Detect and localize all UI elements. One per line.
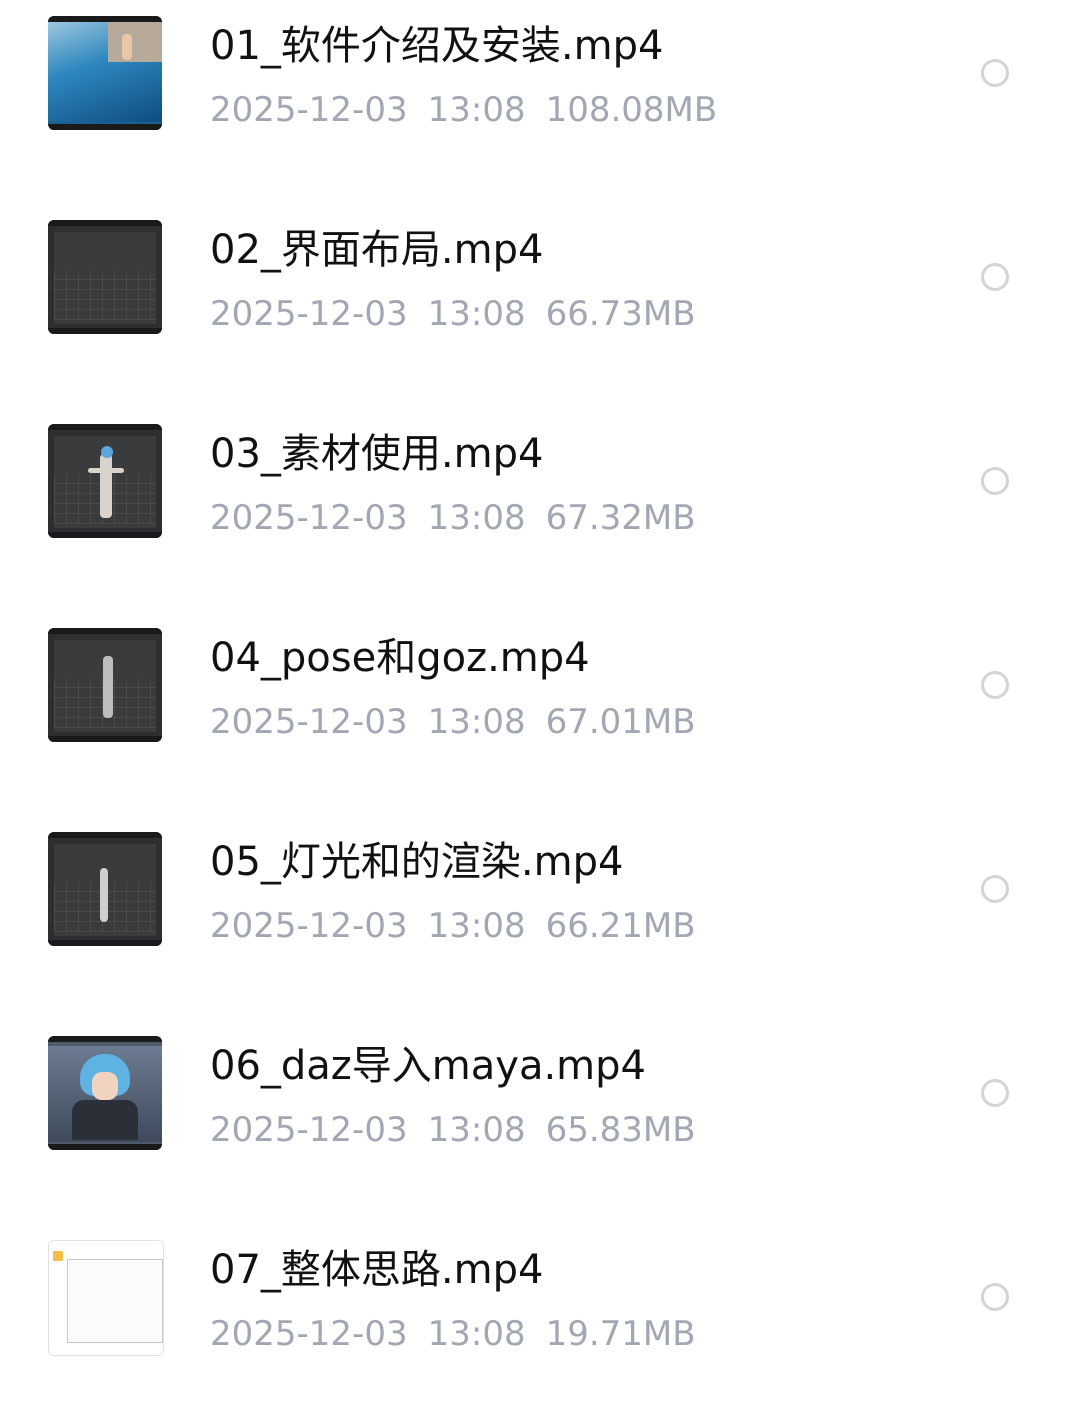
file-name: 01_软件介绍及安装.mp4: [210, 23, 664, 69]
select-radio[interactable]: [981, 263, 1009, 291]
video-thumbnail-file-explorer: [48, 1240, 164, 1356]
file-date: 2025-12-03: [210, 294, 408, 334]
select-radio[interactable]: [981, 467, 1009, 495]
file-name: 04_pose和goz.mp4: [210, 635, 590, 681]
file-time: 13:08: [427, 906, 526, 946]
file-time: 13:08: [427, 498, 526, 538]
file-meta: 2025-12-03 13:08 66.73MB: [210, 294, 716, 334]
file-date: 2025-12-03: [210, 1314, 408, 1354]
file-name: 07_整体思路.mp4: [210, 1247, 544, 1293]
file-time: 13:08: [427, 1314, 526, 1354]
select-radio[interactable]: [981, 671, 1009, 699]
file-size: 108.08MB: [545, 90, 718, 130]
video-thumbnail-3d-figure: [48, 832, 162, 946]
file-time: 13:08: [427, 294, 526, 334]
file-date: 2025-12-03: [210, 90, 408, 130]
file-size: 65.83MB: [545, 1110, 696, 1150]
file-date: 2025-12-03: [210, 1110, 408, 1150]
select-radio[interactable]: [981, 1283, 1009, 1311]
file-date: 2025-12-03: [210, 906, 408, 946]
file-row[interactable]: 03_素材使用.mp4 2025-12-03 13:08 67.32MB: [0, 408, 1080, 612]
video-thumbnail-anime-character: [48, 1036, 162, 1150]
file-time: 13:08: [427, 90, 526, 130]
file-date: 2025-12-03: [210, 702, 408, 742]
file-meta: 2025-12-03 13:08 65.83MB: [210, 1110, 716, 1150]
file-date: 2025-12-03: [210, 498, 408, 538]
file-size: 19.71MB: [545, 1314, 696, 1354]
file-time: 13:08: [427, 1110, 526, 1150]
select-radio[interactable]: [981, 1079, 1009, 1107]
file-row[interactable]: 04_pose和goz.mp4 2025-12-03 13:08 67.01MB: [0, 612, 1080, 816]
file-time: 13:08: [427, 702, 526, 742]
video-thumbnail-3d-figure: [48, 424, 162, 538]
file-size: 67.01MB: [545, 702, 696, 742]
file-name: 05_灯光和的渲染.mp4: [210, 839, 624, 885]
file-size: 67.32MB: [545, 498, 696, 538]
select-radio[interactable]: [981, 875, 1009, 903]
video-thumbnail-3d-viewport: [48, 220, 162, 334]
file-name: 02_界面布局.mp4: [210, 227, 544, 273]
file-meta: 2025-12-03 13:08 67.32MB: [210, 498, 716, 538]
file-meta: 2025-12-03 13:08 19.71MB: [210, 1314, 716, 1354]
video-thumbnail-pool-scene: [48, 16, 162, 130]
file-meta: 2025-12-03 13:08 66.21MB: [210, 906, 716, 946]
file-name: 03_素材使用.mp4: [210, 431, 544, 477]
file-row[interactable]: 02_界面布局.mp4 2025-12-03 13:08 66.73MB: [0, 204, 1080, 408]
select-radio[interactable]: [981, 59, 1009, 87]
file-row[interactable]: 07_整体思路.mp4 2025-12-03 13:08 19.71MB: [0, 1224, 1080, 1428]
video-thumbnail-3d-figure: [48, 628, 162, 742]
file-row[interactable]: 06_daz导入maya.mp4 2025-12-03 13:08 65.83MB: [0, 1020, 1080, 1224]
file-meta: 2025-12-03 13:08 108.08MB: [210, 90, 737, 130]
file-row[interactable]: 01_软件介绍及安装.mp4 2025-12-03 13:08 108.08MB: [0, 0, 1080, 204]
file-size: 66.21MB: [545, 906, 696, 946]
file-name: 06_daz导入maya.mp4: [210, 1043, 646, 1089]
file-meta: 2025-12-03 13:08 67.01MB: [210, 702, 716, 742]
file-row[interactable]: 05_灯光和的渲染.mp4 2025-12-03 13:08 66.21MB: [0, 816, 1080, 1020]
file-size: 66.73MB: [545, 294, 696, 334]
